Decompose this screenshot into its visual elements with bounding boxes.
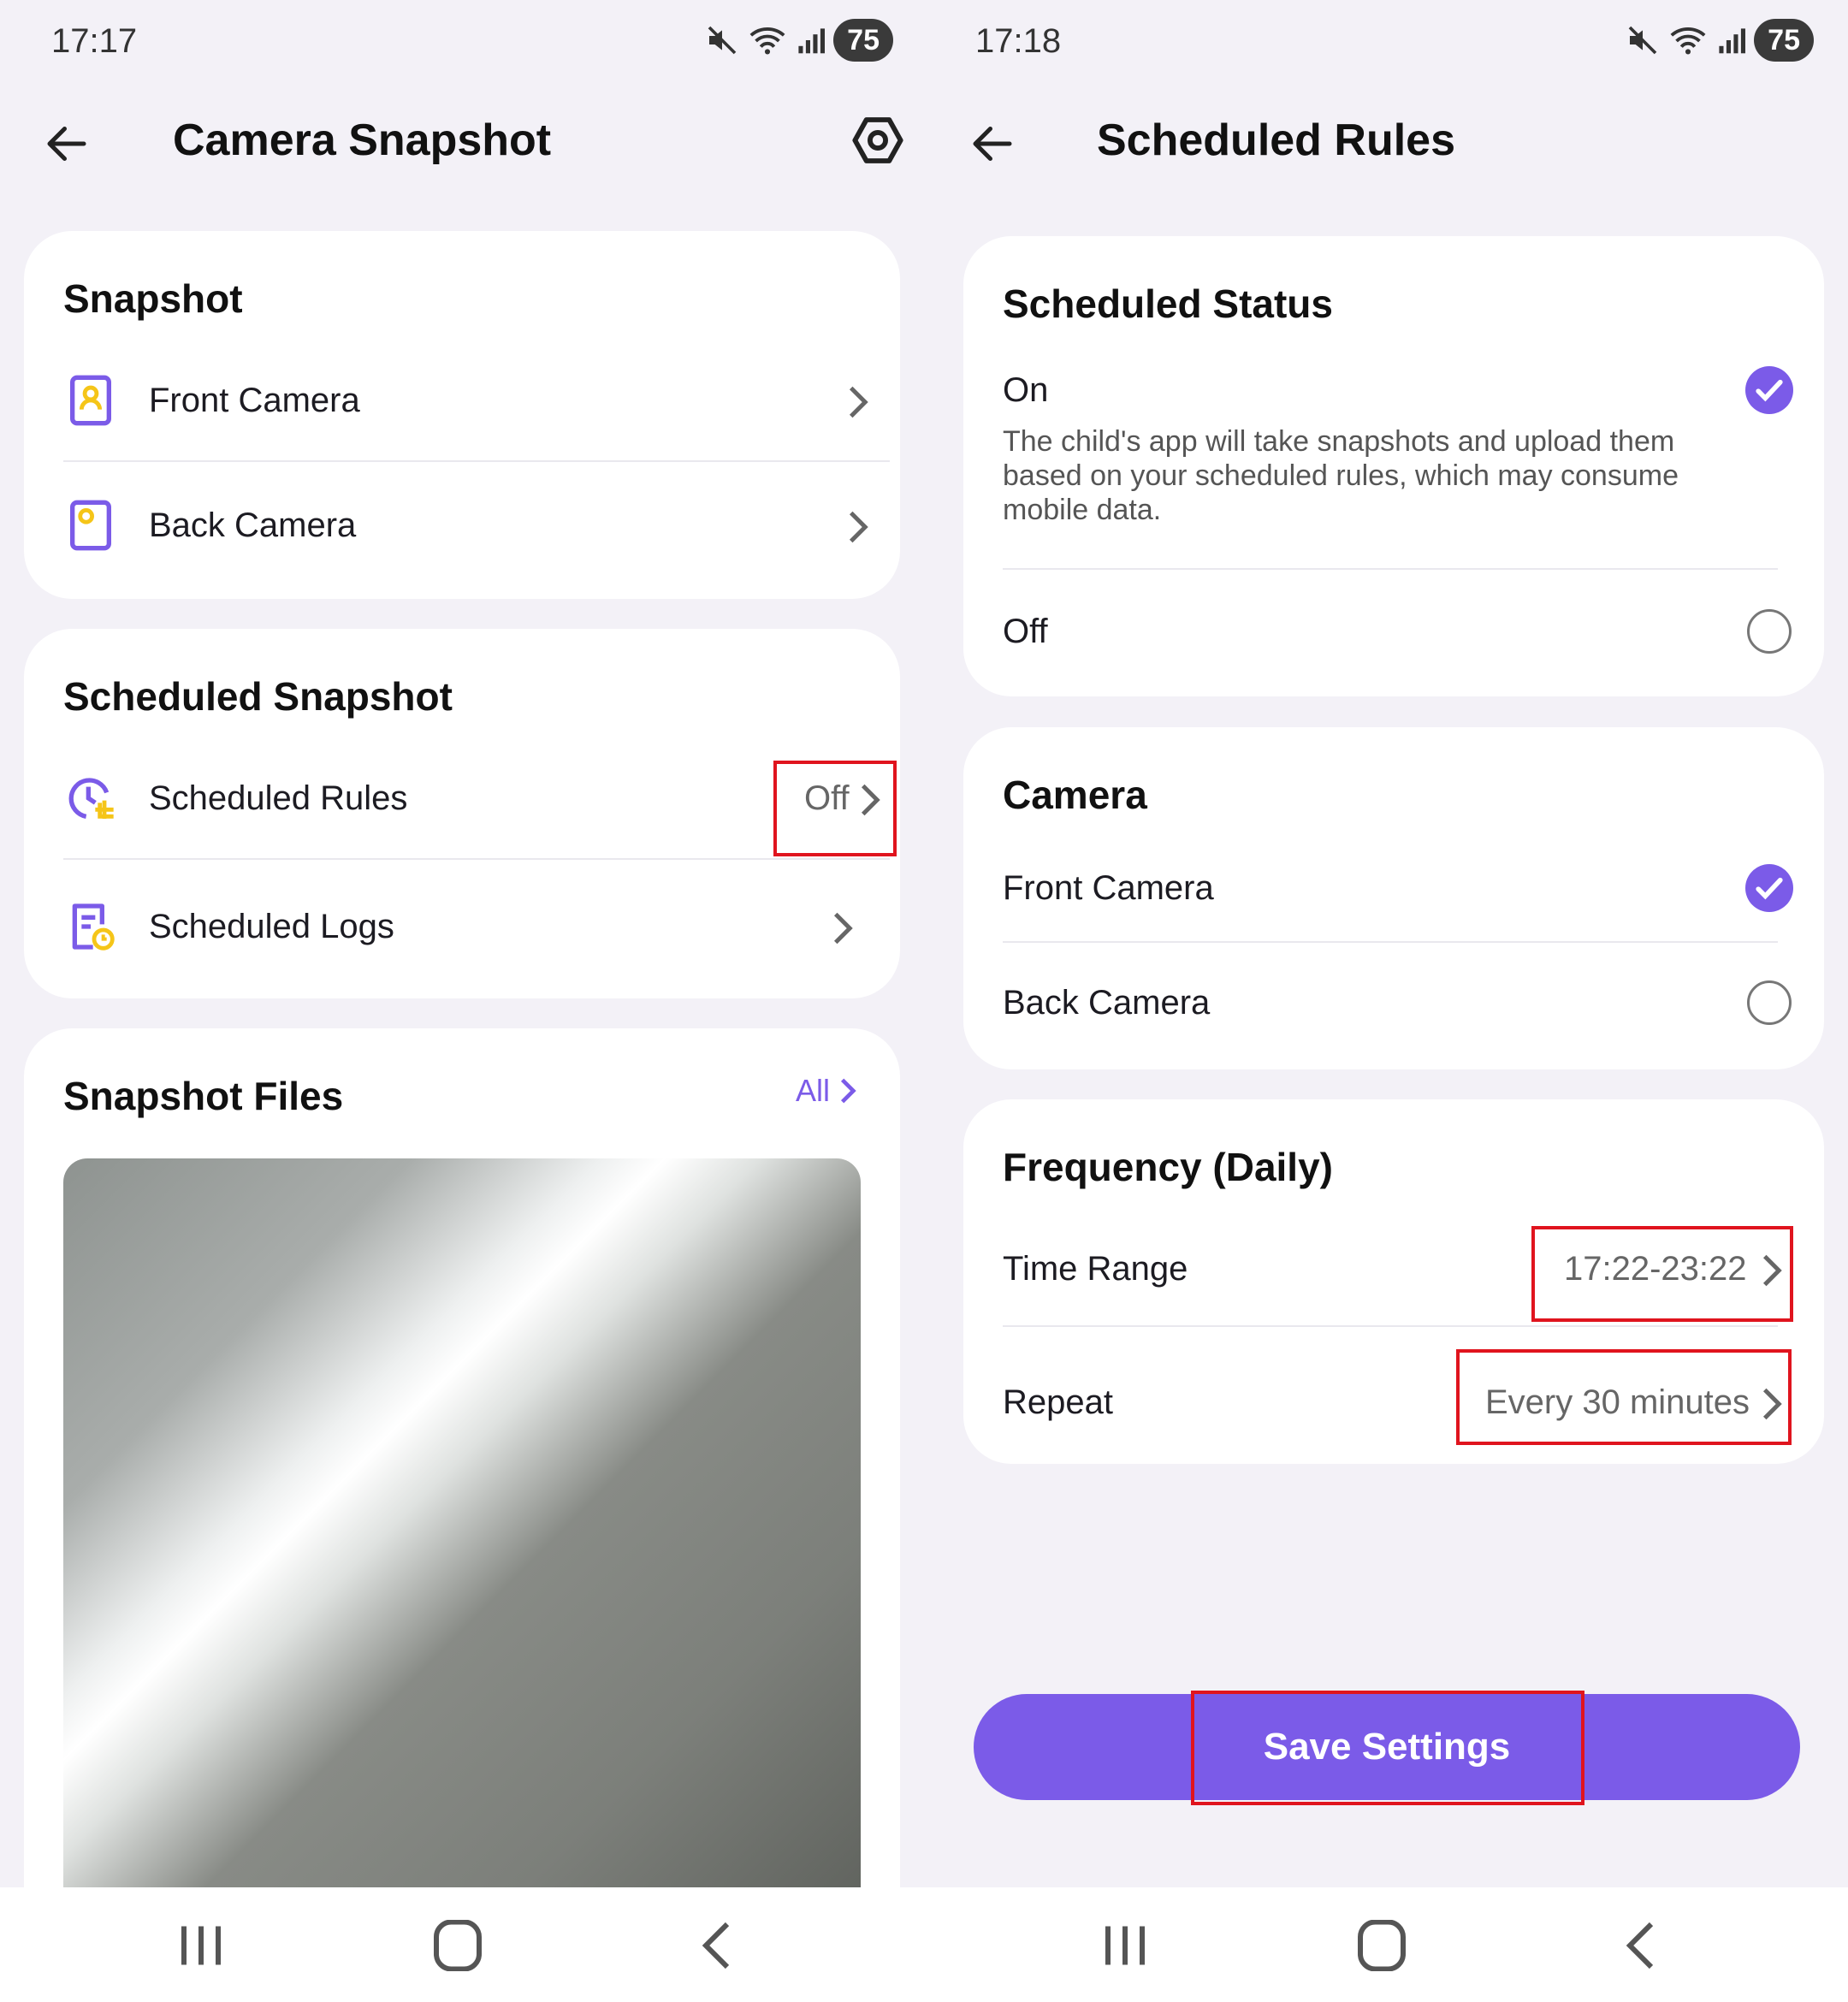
- back-camera-label: Back Camera: [1003, 984, 1211, 1022]
- page-title: Scheduled Rules: [1097, 116, 1455, 165]
- status-bar: 17:18 75: [924, 0, 1848, 86]
- mute-icon: [708, 26, 737, 55]
- on-label: On: [1003, 371, 1049, 409]
- back-camera-icon: [70, 500, 111, 551]
- radio-unselected-icon: [1747, 609, 1792, 654]
- snapshot-card: Snapshot Front Camera Back Camera: [24, 231, 900, 599]
- camera-snapshot-screen: 17:17 75 Camera Snapshot Snapshot Front …: [0, 0, 924, 2002]
- front-camera-option[interactable]: Front Camera: [1003, 844, 1793, 938]
- divider: [1003, 568, 1778, 570]
- home-icon[interactable]: [428, 1920, 488, 1971]
- repeat-label: Repeat: [1003, 1383, 1113, 1421]
- divider: [1003, 1325, 1778, 1327]
- back-camera-row[interactable]: Back Camera: [63, 476, 885, 578]
- back-camera-option[interactable]: Back Camera: [1003, 958, 1792, 1052]
- time-range-row[interactable]: Time Range 17:22-23:22: [1003, 1219, 1793, 1322]
- signal-icon: [1719, 28, 1746, 54]
- front-camera-row[interactable]: Front Camera: [63, 351, 885, 453]
- scheduled-logs-row[interactable]: Scheduled Logs: [63, 877, 885, 980]
- scheduled-snapshot-title: Scheduled Snapshot: [63, 674, 453, 719]
- all-files-link[interactable]: All: [796, 1073, 859, 1109]
- scheduled-rules-icon: [68, 778, 114, 819]
- system-nav-bar: [0, 1887, 924, 2002]
- off-label: Off: [1003, 613, 1048, 650]
- divider: [63, 858, 890, 860]
- status-bar: 17:17 75: [0, 0, 924, 86]
- on-description: The child's app will take snapshots and …: [1003, 425, 1679, 526]
- checkmark-selected-icon: [1745, 864, 1793, 912]
- radio-unselected-icon: [1747, 980, 1792, 1025]
- app-bar: Camera Snapshot: [0, 94, 924, 188]
- app-bar: Scheduled Rules: [924, 94, 1848, 188]
- back-camera-label: Back Camera: [149, 506, 357, 544]
- scheduled-logs-icon: [72, 903, 115, 951]
- nav-back-icon[interactable]: [1613, 1920, 1673, 1971]
- recent-apps-icon[interactable]: [1095, 1920, 1155, 1971]
- annotation-highlight-box: [1191, 1691, 1584, 1805]
- status-off-option[interactable]: Off: [1003, 587, 1792, 681]
- wifi-icon: [749, 27, 785, 55]
- battery-indicator: 75: [1754, 19, 1814, 62]
- all-label: All: [796, 1073, 831, 1108]
- status-icons: 75: [705, 19, 893, 62]
- home-icon[interactable]: [1352, 1920, 1412, 1971]
- scheduled-status-card: Scheduled Status On The child's app will…: [963, 236, 1824, 696]
- back-arrow-icon[interactable]: [967, 118, 1018, 169]
- camera-card: Camera Front Camera Back Camera: [963, 727, 1824, 1069]
- scheduled-rules-row[interactable]: Scheduled Rules Off: [63, 749, 897, 856]
- snapshot-card-title: Snapshot: [63, 276, 243, 321]
- scheduled-rules-label: Scheduled Rules: [149, 779, 408, 817]
- divider: [63, 460, 890, 462]
- annotation-highlight-box: [773, 761, 897, 856]
- snapshot-thumbnail[interactable]: [63, 1158, 861, 1946]
- time-range-label: Time Range: [1003, 1250, 1188, 1288]
- chevron-right-icon: [840, 1078, 856, 1104]
- annotation-highlight-box: [1531, 1226, 1793, 1322]
- divider: [1003, 941, 1778, 943]
- frequency-card: Frequency (Daily) Time Range 17:22-23:22…: [963, 1099, 1824, 1464]
- front-camera-label: Front Camera: [149, 382, 360, 419]
- status-time: 17:17: [51, 22, 138, 60]
- frequency-card-title: Frequency (Daily): [1003, 1145, 1333, 1189]
- system-nav-bar: [924, 1887, 1848, 2002]
- mute-icon: [1628, 26, 1657, 55]
- scheduled-logs-label: Scheduled Logs: [149, 908, 394, 945]
- status-icons: 75: [1626, 19, 1814, 62]
- back-arrow-icon[interactable]: [41, 118, 92, 169]
- checkmark-selected-icon: [1745, 366, 1793, 414]
- recent-apps-icon[interactable]: [171, 1920, 231, 1971]
- scheduled-snapshot-card: Scheduled Snapshot Scheduled Rules Off S…: [24, 629, 900, 998]
- page-title: Camera Snapshot: [173, 116, 552, 165]
- annotation-highlight-box: [1456, 1349, 1792, 1445]
- signal-icon: [798, 28, 826, 54]
- status-time: 17:18: [975, 22, 1062, 60]
- wifi-icon: [1670, 27, 1706, 55]
- repeat-row[interactable]: Repeat Every 30 minutes: [1003, 1348, 1792, 1450]
- front-camera-label: Front Camera: [1003, 869, 1214, 907]
- snapshot-files-title: Snapshot Files: [63, 1074, 344, 1118]
- battery-indicator: 75: [833, 19, 893, 62]
- chevron-right-icon: [833, 912, 853, 945]
- nav-back-icon[interactable]: [689, 1920, 749, 1971]
- scheduled-rules-screen: 17:18 75 Scheduled Rules Scheduled Statu…: [924, 0, 1848, 2002]
- settings-hexagon-icon[interactable]: [850, 113, 905, 168]
- front-camera-icon: [70, 375, 111, 426]
- camera-card-title: Camera: [1003, 773, 1147, 817]
- chevron-right-icon: [849, 511, 868, 543]
- scheduled-status-title: Scheduled Status: [1003, 281, 1333, 326]
- chevron-right-icon: [849, 386, 868, 418]
